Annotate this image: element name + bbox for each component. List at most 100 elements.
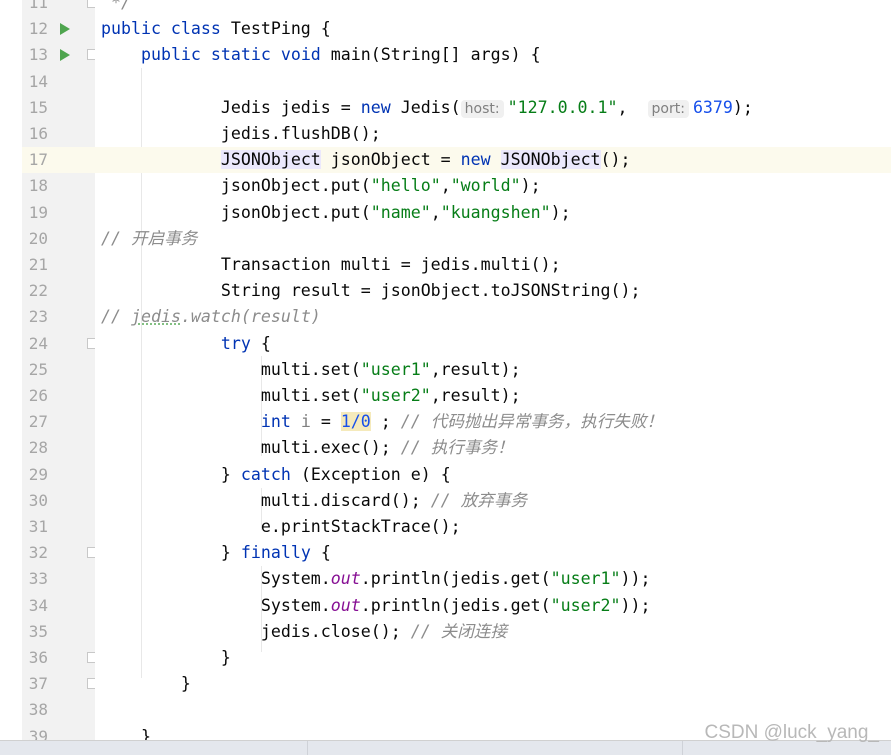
- code-token: "user1": [550, 569, 621, 589]
- code-token: {: [320, 543, 331, 563]
- gutter-line[interactable]: 23: [22, 304, 95, 330]
- code-token: "name": [370, 202, 431, 222]
- code-line[interactable]: public class TestPing {: [95, 16, 891, 42]
- parameter-hint: host:: [460, 99, 504, 118]
- code-token: jedis.flushDB();: [101, 124, 381, 143]
- code-text: */: [101, 0, 131, 16]
- code-token: {: [260, 333, 271, 353]
- code-line[interactable]: */: [95, 0, 891, 16]
- gutter-line[interactable]: 18: [22, 173, 95, 199]
- line-number: 18: [28, 176, 48, 196]
- code-text: jsonObject.put("hello","world");: [101, 173, 541, 199]
- gutter-line[interactable]: 32: [22, 540, 98, 566]
- code-line[interactable]: } finally {: [95, 540, 891, 566]
- run-icon[interactable]: [60, 23, 70, 36]
- gutter-line[interactable]: 15: [22, 95, 95, 121]
- line-number: 25: [28, 359, 48, 379]
- code-line[interactable]: System.out.println(jedis.get("user2"));: [95, 593, 891, 619]
- gutter-line[interactable]: 34: [22, 593, 95, 619]
- code-text: multi.discard(); // 放弃事务: [101, 488, 527, 514]
- code-line[interactable]: System.out.println(jedis.get("user1"));: [95, 566, 891, 592]
- editor-gutter[interactable]: 11 12 13 14 15 16 17 18 19 20 21 22 23 24 25 26 27 28 29 30…: [22, 0, 98, 746]
- gutter-line[interactable]: 24: [22, 331, 98, 357]
- gutter-line[interactable]: 31: [22, 514, 95, 540]
- code-line[interactable]: multi.exec(); // 执行事务！: [95, 435, 891, 461]
- code-line[interactable]: }: [95, 671, 891, 697]
- code-token: "user1": [360, 359, 431, 379]
- line-number: 22: [28, 281, 48, 301]
- gutter-line[interactable]: 25: [22, 357, 95, 383]
- code-token: ();: [600, 150, 631, 170]
- code-line[interactable]: [95, 697, 891, 723]
- gutter-line[interactable]: 38: [22, 697, 95, 723]
- code-token: // 关闭连接: [410, 621, 508, 641]
- code-token: out: [330, 595, 361, 615]
- code-line[interactable]: jedis.flushDB();: [95, 121, 891, 147]
- code-token: }: [101, 726, 151, 740]
- code-line[interactable]: [95, 69, 891, 95]
- gutter-line[interactable]: 33: [22, 566, 95, 592]
- code-text: multi.exec(); // 执行事务！: [101, 435, 514, 461]
- code-line[interactable]: int i = 1/0 ; // 代码抛出异常事务，执行失败！: [95, 409, 891, 435]
- code-line[interactable]: multi.discard(); // 放弃事务: [95, 488, 891, 514]
- gutter-line[interactable]: 26: [22, 383, 95, 409]
- code-line[interactable]: jsonObject.put("name","kuangshen");: [95, 200, 891, 226]
- code-line[interactable]: public static void main(String[] args) {: [95, 42, 891, 68]
- code-text: Jedis jedis = new Jedis(host: "127.0.0.1"…: [101, 95, 753, 122]
- code-line[interactable]: JSONObject jsonObject = new JSONObject()…: [95, 147, 891, 174]
- code-token: finally: [240, 543, 321, 563]
- gutter-line[interactable]: 12: [22, 16, 95, 42]
- gutter-line[interactable]: 20: [22, 226, 95, 252]
- line-number: 27: [28, 412, 48, 432]
- code-line[interactable]: Transaction multi = jedis.multi();: [95, 252, 891, 278]
- code-token: System.: [101, 569, 331, 589]
- gutter-line[interactable]: 30: [22, 488, 95, 514]
- code-line[interactable]: e.printStackTrace();: [95, 514, 891, 540]
- code-line[interactable]: try {: [95, 331, 891, 357]
- code-editor[interactable]: */ public class TestPing { public static …: [95, 0, 891, 740]
- line-number: 23: [28, 307, 48, 327]
- code-token: e.printStackTrace();: [101, 517, 461, 536]
- code-token: // 执行事务！: [400, 438, 514, 458]
- code-line[interactable]: }: [95, 645, 891, 671]
- line-number: 35: [28, 621, 48, 641]
- tool-window-strip: [0, 0, 23, 740]
- gutter-line[interactable]: 13: [22, 42, 98, 68]
- gutter-line[interactable]: 21: [22, 252, 95, 278]
- gutter-line[interactable]: 11: [22, 0, 98, 16]
- code-line[interactable]: String result = jsonObject.toJSONString(…: [95, 278, 891, 304]
- code-token: 6379: [692, 97, 733, 117]
- gutter-line[interactable]: 35: [22, 619, 95, 645]
- line-number: 28: [28, 438, 48, 458]
- code-token: */: [101, 0, 131, 12]
- gutter-line[interactable]: 22: [22, 278, 95, 304]
- code-line[interactable]: Jedis jedis = new Jedis(host: "127.0.0.1"…: [95, 95, 891, 121]
- run-icon[interactable]: [60, 49, 70, 62]
- line-number: 20: [28, 228, 48, 248]
- gutter-line[interactable]: 37: [22, 671, 98, 697]
- code-line[interactable]: } catch (Exception e) {: [95, 462, 891, 488]
- gutter-line[interactable]: 29: [22, 462, 95, 488]
- line-number: 26: [28, 386, 48, 405]
- gutter-line[interactable]: 36: [22, 645, 98, 671]
- code-token: }: [101, 674, 191, 694]
- code-line[interactable]: jedis.close(); // 关闭连接: [95, 619, 891, 645]
- code-line[interactable]: // 开启事务: [95, 226, 891, 252]
- gutter-line[interactable]: 27: [22, 409, 95, 435]
- code-line[interactable]: jsonObject.put("hello","world");: [95, 173, 891, 199]
- code-line[interactable]: multi.set("user1",result);: [95, 357, 891, 383]
- gutter-line[interactable]: 28: [22, 435, 95, 461]
- gutter-line[interactable]: 19: [22, 200, 95, 226]
- gutter-line[interactable]: 14: [22, 69, 95, 95]
- code-token: multi.set(: [101, 359, 361, 379]
- code-line[interactable]: multi.set("user2",result);: [95, 383, 891, 409]
- code-token: );: [520, 176, 541, 196]
- gutter-line[interactable]: 17: [22, 147, 95, 174]
- code-token: int: [260, 412, 301, 432]
- code-line[interactable]: // jedis.watch(result): [95, 304, 891, 330]
- gutter-line[interactable]: 16: [22, 121, 95, 147]
- code-token: );: [550, 202, 571, 222]
- code-token: multi.set(: [101, 386, 361, 405]
